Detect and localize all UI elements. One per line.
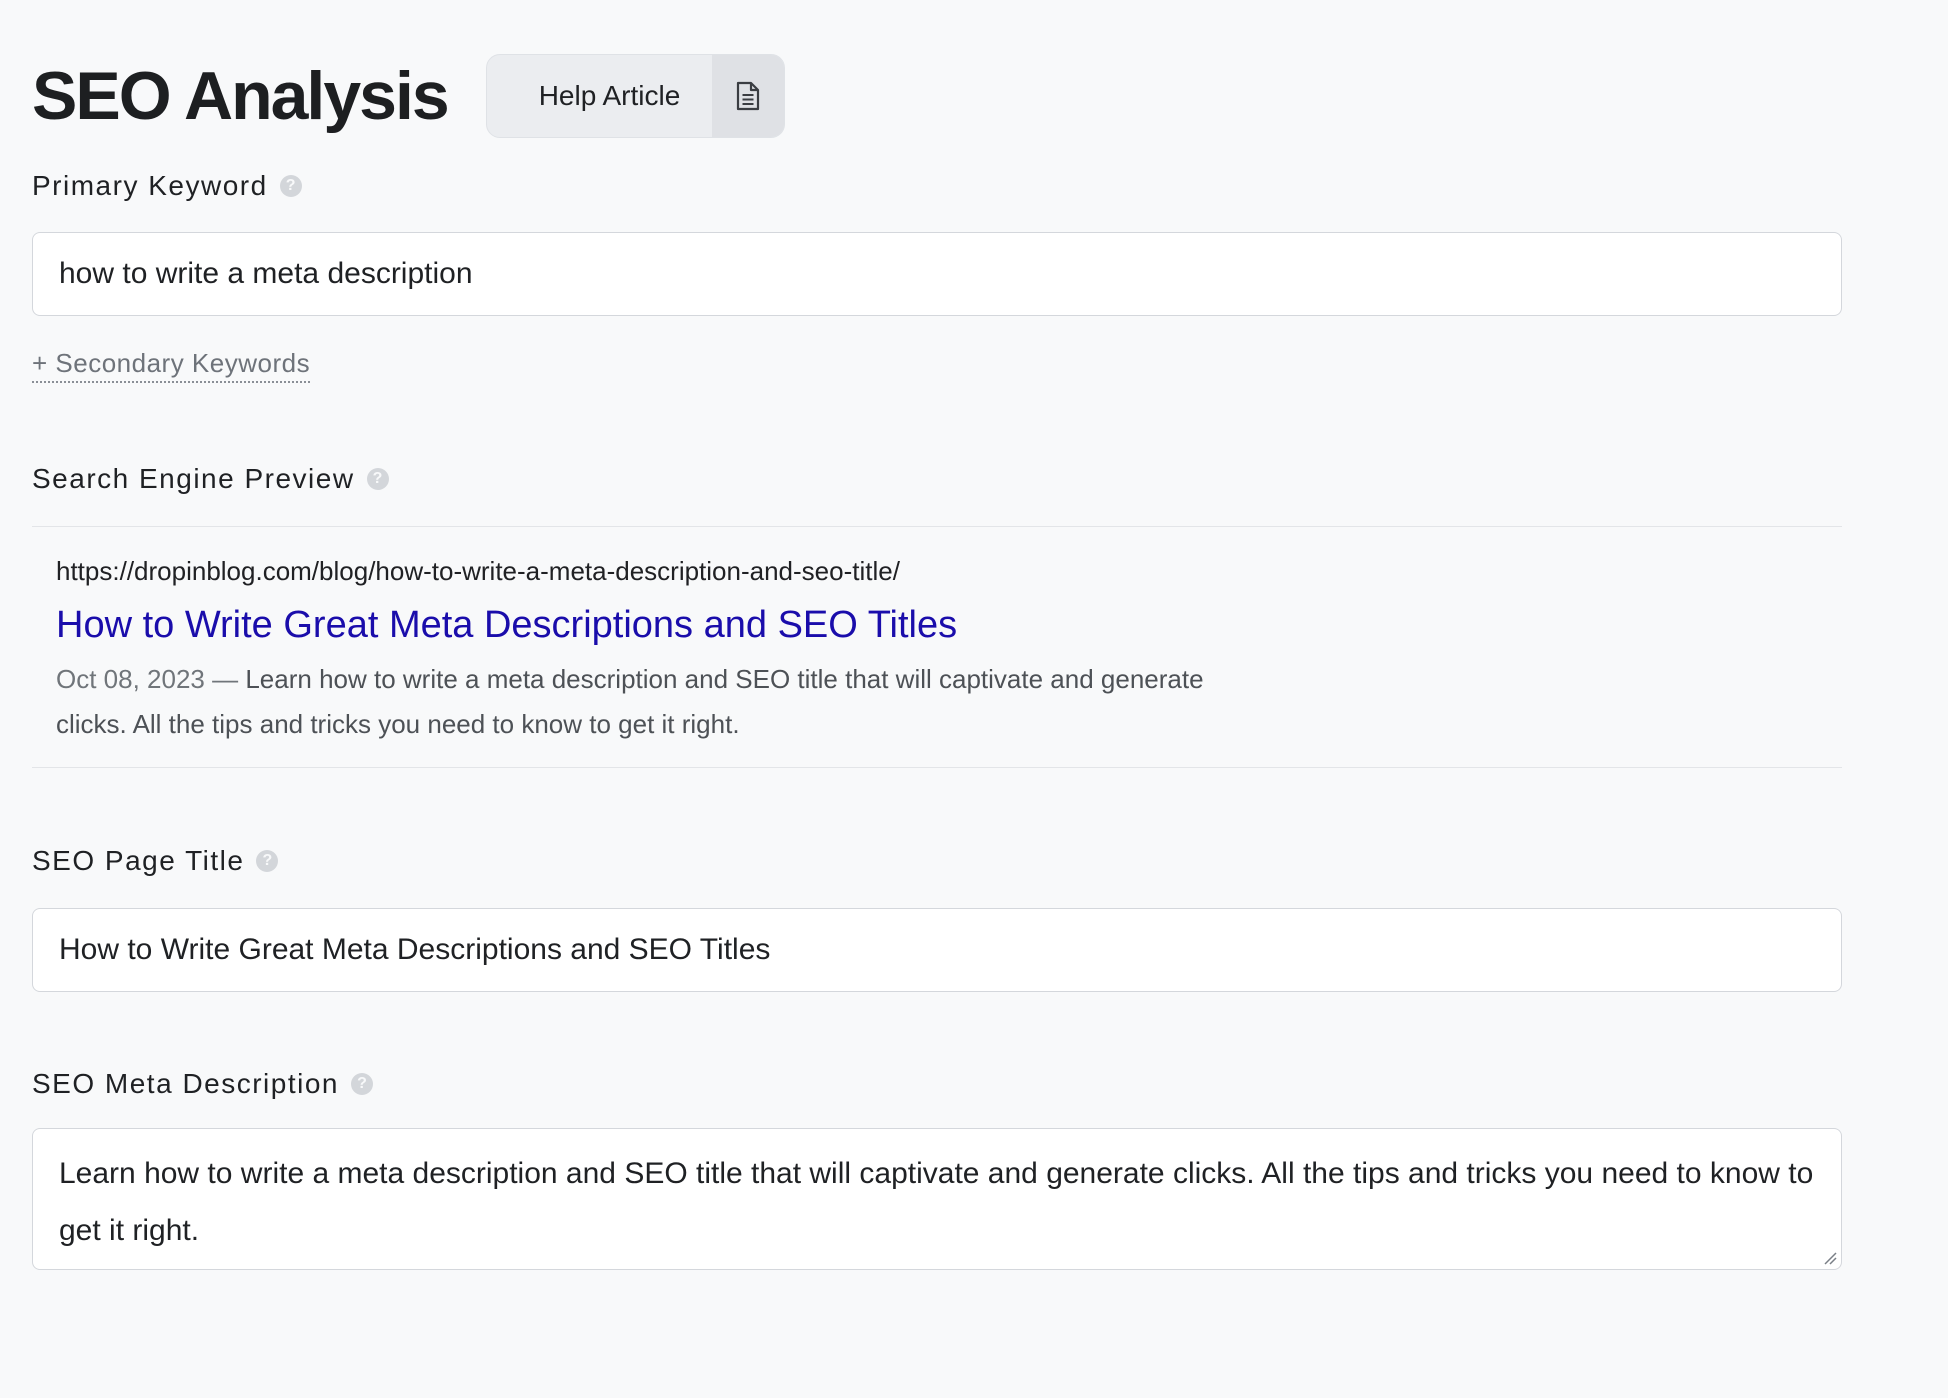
- preview-url: https://dropinblog.com/blog/how-to-write…: [56, 556, 900, 586]
- secondary-keywords-link[interactable]: + Secondary Keywords: [32, 348, 311, 383]
- search-engine-preview: https://dropinblog.com/blog/how-to-write…: [32, 526, 1842, 768]
- primary-keyword-input[interactable]: how to write a meta description: [32, 232, 1842, 316]
- primary-keyword-value: how to write a meta description: [59, 257, 473, 290]
- preview-date: Oct 08, 2023: [56, 664, 205, 694]
- seo-meta-description-textarea[interactable]: Learn how to write a meta description an…: [32, 1128, 1842, 1270]
- primary-keyword-label-text: Primary Keyword: [32, 170, 268, 201]
- question-circle-icon[interactable]: ?: [366, 468, 389, 490]
- preview-separator: —: [204, 664, 246, 694]
- question-circle-icon[interactable]: ?: [256, 850, 279, 872]
- preview-title: How to Write Great Meta Descriptions and…: [56, 604, 958, 646]
- seo-page-title-value: How to Write Great Meta Descriptions and…: [59, 933, 771, 966]
- question-circle-icon[interactable]: ?: [351, 1073, 373, 1095]
- question-circle-icon[interactable]: ?: [279, 175, 302, 197]
- seo-analysis-panel: SEO Analysis Help Article Primary Keywor…: [0, 0, 1948, 1398]
- header: SEO Analysis Help Article: [32, 54, 786, 138]
- document-icon: [712, 55, 785, 137]
- seo-meta-description-label-text: SEO Meta Description: [32, 1068, 339, 1099]
- help-article-label: Help Article: [538, 80, 681, 111]
- page-title: SEO Analysis: [32, 58, 450, 134]
- seo-meta-description-value: Learn how to write a meta description an…: [59, 1157, 1814, 1247]
- preview-description: Oct 08, 2023 — Learn how to write a meta…: [56, 657, 1216, 747]
- help-article-button[interactable]: Help Article: [485, 54, 786, 138]
- search-engine-preview-label-text: Search Engine Preview: [32, 463, 355, 494]
- seo-page-title-label-text: SEO Page Title: [32, 845, 245, 876]
- resize-handle-icon[interactable]: [1821, 1249, 1837, 1265]
- seo-meta-description-label: SEO Meta Description ?: [32, 1068, 373, 1100]
- seo-page-title-input[interactable]: How to Write Great Meta Descriptions and…: [32, 908, 1842, 992]
- seo-page-title-label: SEO Page Title ?: [32, 845, 279, 877]
- primary-keyword-label: Primary Keyword ?: [32, 170, 302, 202]
- search-engine-preview-label: Search Engine Preview ?: [32, 463, 389, 495]
